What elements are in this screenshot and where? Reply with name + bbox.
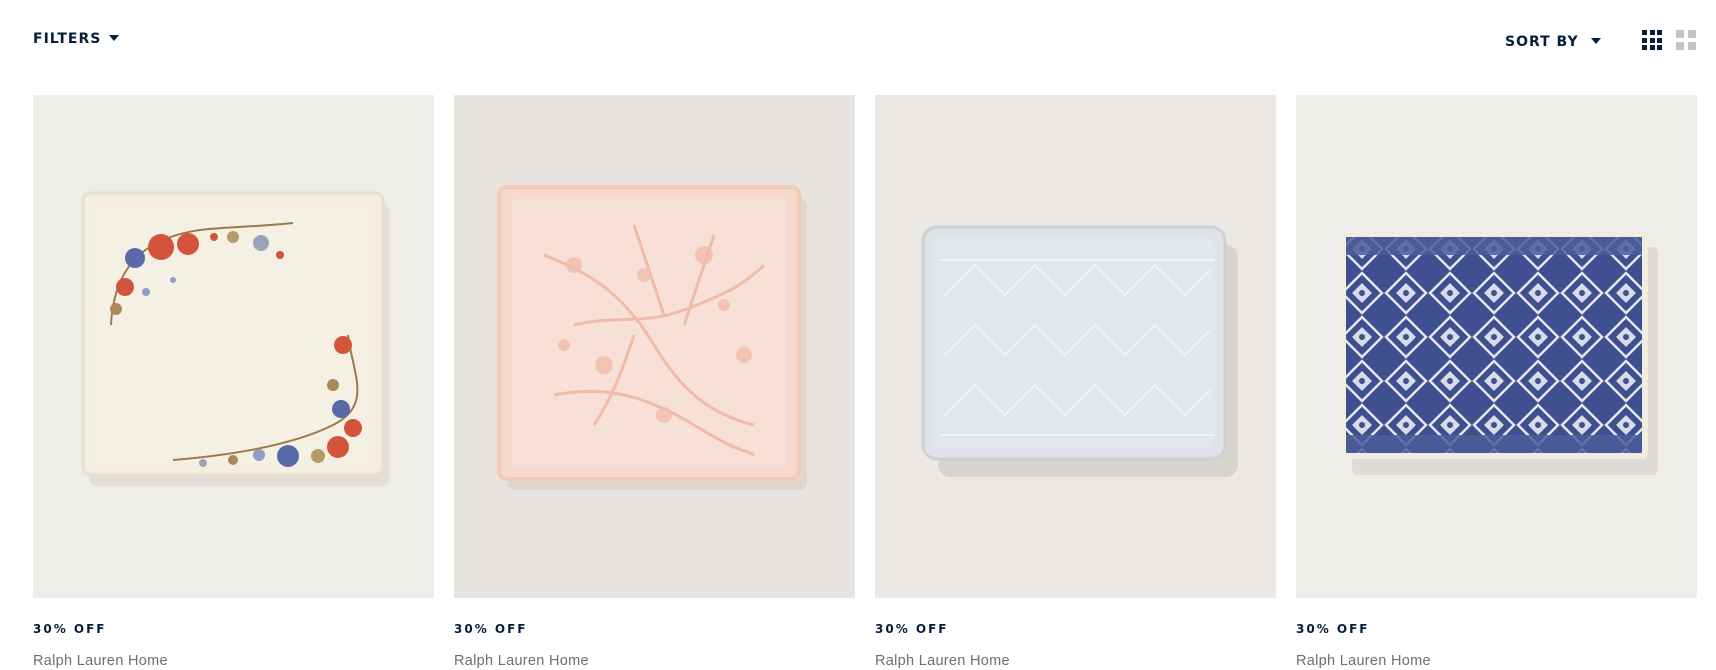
product-card[interactable]: 30% OFF Ralph Lauren Home <box>454 95 855 670</box>
product-brand[interactable]: Ralph Lauren Home <box>1296 653 1431 669</box>
product-card[interactable]: 30% OFF Ralph Lauren Home <box>33 95 434 670</box>
product-card[interactable]: 30% OFF Ralph Lauren Home <box>875 95 1276 670</box>
product-promo-label: 30% OFF <box>33 622 107 636</box>
caret-down-icon <box>109 35 120 41</box>
product-image-blush-embroidered-pillow[interactable] <box>454 95 855 598</box>
sort-by-label: SORT BY <box>1505 34 1579 50</box>
product-brand[interactable]: Ralph Lauren Home <box>454 653 589 669</box>
product-promo-label: 30% OFF <box>875 622 949 636</box>
product-promo-label: 30% OFF <box>1296 622 1370 636</box>
grid-view-large-icon[interactable] <box>1676 30 1696 50</box>
product-promo-label: 30% OFF <box>454 622 528 636</box>
filters-button[interactable]: FILTERS <box>33 31 120 47</box>
product-card[interactable]: 30% OFF Ralph Lauren Home <box>1296 95 1697 670</box>
product-brand[interactable]: Ralph Lauren Home <box>33 653 168 669</box>
product-image-blue-patterned-pillow[interactable] <box>1296 95 1697 598</box>
filters-label: FILTERS <box>33 31 102 47</box>
product-image-grey-textured-pillow[interactable] <box>875 95 1276 598</box>
grid-view-dense-icon[interactable] <box>1642 30 1662 50</box>
sort-by-button[interactable]: SORT BY <box>1505 34 1601 50</box>
product-toolbar: FILTERS SORT BY <box>0 0 1716 80</box>
product-brand[interactable]: Ralph Lauren Home <box>875 653 1010 669</box>
product-image-cream-floral-pillow[interactable] <box>33 95 434 598</box>
caret-down-icon <box>1590 38 1601 44</box>
